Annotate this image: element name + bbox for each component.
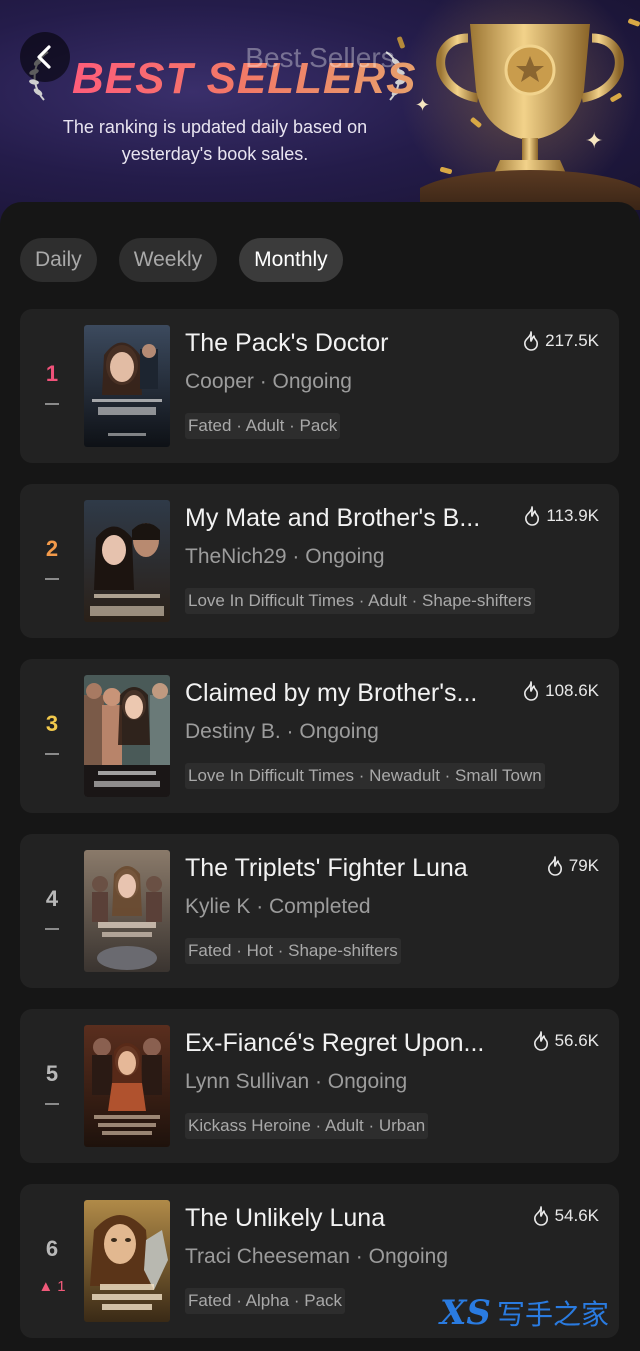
book-author-status: TheNich29 · Ongoing	[185, 545, 385, 568]
book-author-status: Traci Cheeseman · Ongoing	[185, 1245, 449, 1268]
book-tags: Fated · Hot · Shape-shifters	[185, 938, 401, 964]
tab-weekly[interactable]: Weekly	[118, 238, 218, 282]
book-cover[interactable]	[84, 1200, 170, 1322]
watermark-text: 写手之家	[496, 1299, 609, 1330]
rank-number: 4	[45, 886, 59, 911]
book-card[interactable]: 4 The Triplets' Fighter Luna 79K Kylie K…	[20, 834, 619, 988]
chevron-left-icon	[37, 45, 51, 69]
tab-daily[interactable]: Daily	[20, 238, 97, 282]
popularity-count: 79K	[568, 856, 599, 875]
popularity: 217.5K	[522, 331, 599, 351]
flame-icon	[547, 856, 562, 876]
rank-trend	[20, 1103, 84, 1105]
no-change-icon	[45, 403, 59, 405]
header-banner: ✦ ✦ BEST SELLERS Best Sellers The rankin…	[0, 0, 640, 230]
no-change-icon	[45, 928, 59, 930]
book-title: The Pack's Doctor	[185, 329, 389, 357]
flame-icon	[524, 331, 539, 351]
popularity-count: 108.6K	[545, 681, 599, 700]
book-card[interactable]: 2 My Mate and Brother's B... 113.9K TheN…	[20, 484, 619, 638]
watermark-logo: XS	[440, 1293, 491, 1333]
book-title: The Unlikely Luna	[185, 1204, 386, 1232]
rank-number: 6	[45, 1236, 59, 1261]
popularity: 113.9K	[523, 506, 599, 526]
rank-trend: ▲ 1	[20, 1278, 84, 1295]
flame-icon	[524, 681, 539, 701]
flame-icon	[525, 506, 540, 526]
book-cover[interactable]	[84, 675, 170, 797]
ranking-panel: Daily Weekly Monthly 1 The Pack's Doctor…	[0, 202, 640, 1351]
tab-monthly[interactable]: Monthly	[239, 238, 343, 282]
rank-change: 1	[57, 1278, 66, 1295]
rank-number: 3	[45, 711, 59, 736]
period-tabs: Daily Weekly Monthly	[20, 238, 343, 282]
rank-number: 1	[45, 361, 59, 386]
book-cover[interactable]	[84, 850, 170, 972]
popularity: 56.6K	[532, 1031, 599, 1051]
book-title: Ex-Fiancé's Regret Upon...	[185, 1029, 485, 1057]
popularity-count: 54.6K	[554, 1206, 599, 1225]
trophy-icon	[420, 24, 640, 210]
book-card[interactable]: 1 The Pack's Doctor 217.5K Cooper · Ongo…	[20, 309, 619, 463]
book-author-status: Lynn Sullivan · Ongoing	[185, 1070, 408, 1093]
book-card[interactable]: 3 Claimed by my Brother's... 108.6K Dest…	[20, 659, 619, 813]
book-author-status: Destiny B. · Ongoing	[185, 720, 379, 743]
rank-trend	[20, 928, 84, 930]
popularity: 79K	[546, 856, 599, 876]
rank-up-icon: ▲	[38, 1278, 54, 1295]
watermark: XS 写手之家	[440, 1293, 609, 1333]
flame-icon	[533, 1206, 548, 1226]
book-tags: Fated · Adult · Pack	[185, 413, 341, 439]
rank-trend	[20, 753, 84, 755]
book-tags: Love In Difficult Times · Adult · Shape-…	[185, 588, 535, 614]
popularity-count: 56.6K	[554, 1031, 599, 1050]
book-tags: Kickass Heroine · Adult · Urban	[185, 1113, 429, 1139]
book-card[interactable]: 5 Ex-Fiancé's Regret Upon... 56.6K Lynn …	[20, 1009, 619, 1163]
book-cover[interactable]	[84, 325, 170, 447]
book-author-status: Cooper · Ongoing	[185, 370, 352, 393]
book-title: My Mate and Brother's B...	[185, 504, 481, 532]
no-change-icon	[45, 578, 59, 580]
rank-trend	[20, 403, 84, 405]
popularity: 54.6K	[532, 1206, 599, 1226]
book-title: The Triplets' Fighter Luna	[185, 854, 468, 882]
book-tags: Fated · Alpha · Pack	[185, 1288, 346, 1314]
book-tags: Love In Difficult Times · Newadult · Sma…	[185, 763, 545, 789]
no-change-icon	[45, 1103, 59, 1105]
no-change-icon	[45, 753, 59, 755]
flame-icon	[533, 1031, 548, 1051]
popularity-count: 113.9K	[546, 506, 599, 525]
popularity: 108.6K	[522, 681, 599, 701]
rank-number: 2	[45, 536, 59, 561]
banner-subtitle: The ranking is updated daily based on ye…	[62, 117, 368, 164]
book-cover[interactable]	[84, 1025, 170, 1147]
rank-number: 5	[45, 1061, 59, 1086]
popularity-count: 217.5K	[545, 331, 599, 350]
rank-trend	[20, 578, 84, 580]
book-list: 1 The Pack's Doctor 217.5K Cooper · Ongo…	[20, 309, 619, 1351]
back-button[interactable]	[20, 32, 70, 82]
book-title: Claimed by my Brother's...	[185, 679, 478, 707]
book-cover[interactable]	[84, 500, 170, 622]
book-author-status: Kylie K · Completed	[185, 895, 371, 918]
